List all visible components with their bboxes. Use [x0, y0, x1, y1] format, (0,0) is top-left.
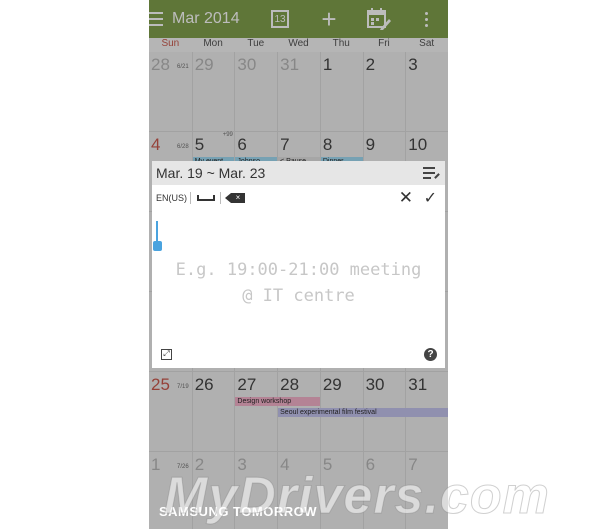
phone-screen: Mar 2014 13 + Sun Mon Tue Wed Thu Fri Sa…: [149, 0, 448, 529]
space-icon[interactable]: [197, 195, 215, 201]
watermark: MyDrivers.com: [164, 467, 550, 526]
backspace-icon[interactable]: ×: [231, 193, 245, 203]
quick-add-dialog: Mar. 19 ~ Mar. 23 EN(US) × ✕ ✓ E.g. 19:0…: [152, 161, 445, 368]
language-selector[interactable]: EN(US): [156, 193, 187, 203]
close-icon[interactable]: ✕: [399, 188, 413, 208]
list-edit-icon[interactable]: [423, 166, 440, 180]
confirm-icon[interactable]: ✓: [424, 188, 437, 208]
hint-line-1: E.g. 19:00-21:00 meeting: [175, 260, 422, 280]
expand-icon[interactable]: ⤢: [161, 349, 172, 360]
dialog-header: Mar. 19 ~ Mar. 23: [152, 161, 445, 185]
divider: [220, 192, 221, 204]
cursor-handle[interactable]: [153, 241, 162, 251]
input-toolbar: EN(US) × ✕ ✓: [152, 185, 445, 211]
date-range: Mar. 19 ~ Mar. 23: [156, 165, 266, 181]
handwriting-area[interactable]: E.g. 19:00-21:00 meeting @ IT centre: [152, 257, 445, 309]
hint-line-2: @ IT centre: [242, 286, 355, 306]
help-icon[interactable]: ?: [424, 348, 437, 361]
divider: [190, 192, 191, 204]
